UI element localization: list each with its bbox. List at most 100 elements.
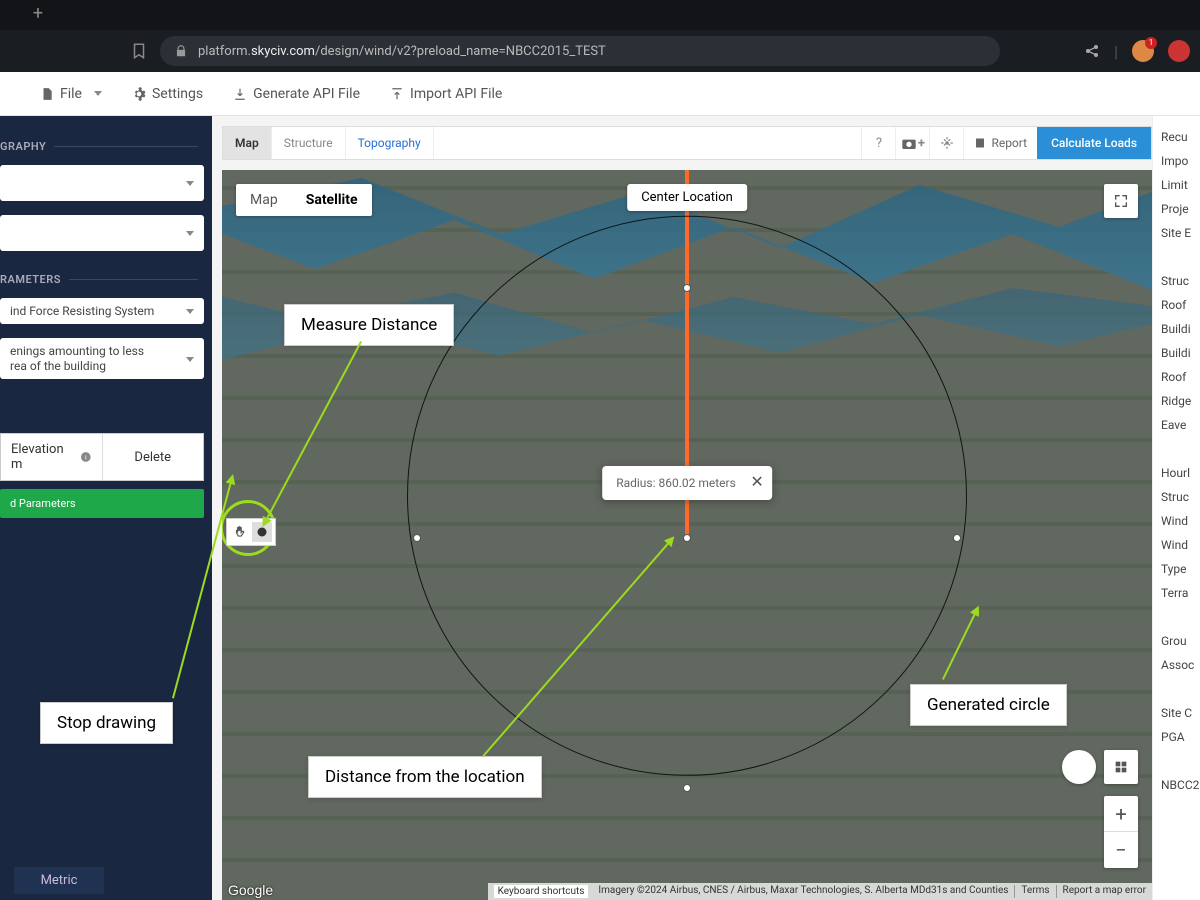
rside-footer: NBCC20 [1161,778,1200,802]
callout-measure-distance: Measure Distance [284,304,454,346]
rside-item[interactable]: Terra [1161,586,1200,610]
browser-address-bar: platform.skyciv.com/design/wind/v2?prelo… [0,30,1200,72]
terms-link[interactable]: Terms [1014,885,1049,898]
add-parameters-button[interactable]: d Parameters [0,489,204,518]
rside-item[interactable]: Buildi [1161,322,1200,346]
upload-icon [390,87,404,101]
radius-info-window: ✕ Radius: 860.02 meters [602,466,772,500]
map-toolbar: Map Structure Topography ? + Report Calc… [222,126,1152,160]
left-sidebar: GRAPHY RAMETERS ind Force Resisting Syst… [0,116,212,900]
site-info-icon[interactable] [174,44,188,58]
keyboard-shortcuts-link[interactable]: Keyboard shortcuts [494,885,589,898]
url-input[interactable]: platform.skyciv.com/design/wind/v2?prelo… [160,36,1000,66]
rside-item[interactable]: Proje [1161,202,1200,226]
circle-handle-n[interactable] [683,284,691,292]
hand-icon [233,525,247,539]
zoom-control: + − [1104,796,1138,868]
browser-tab-strip: + [0,0,1200,30]
rside-item[interactable]: Wind [1161,514,1200,538]
rside-item[interactable]: Hourl [1161,466,1200,490]
wind-system-select[interactable]: ind Force Resisting System [0,298,204,324]
section-header-geography: GRAPHY [0,126,212,159]
map-type-map[interactable]: Map [236,184,292,216]
app-toolbar: File Settings Generate API File Import A… [0,72,1200,116]
geography-select-1[interactable] [0,165,204,201]
circle-handle-s[interactable] [683,784,691,792]
camera-button[interactable]: + [895,127,929,159]
generate-api-button[interactable]: Generate API File [233,86,360,102]
rside-item[interactable]: Assoc [1161,658,1200,682]
rside-item[interactable]: Buildi [1161,346,1200,370]
center-location-label: Center Location [627,184,747,211]
center-panel: Map Structure Topography ? + Report Calc… [212,116,1152,900]
rside-item[interactable]: Impo [1161,154,1200,178]
close-icon[interactable]: ✕ [750,472,763,491]
geography-select-2[interactable] [0,215,204,251]
help-button[interactable]: ? [861,127,895,159]
tab-structure[interactable]: Structure [272,127,346,159]
elevation-cell[interactable]: Elevation m i [1,434,103,480]
rside-item[interactable]: Type [1161,562,1200,586]
radius-value: Radius: 860.02 meters [616,476,736,490]
callout-distance-from-location: Distance from the location [308,756,542,798]
map-type-satellite[interactable]: Satellite [292,184,372,216]
rside-item[interactable]: Site E [1161,226,1200,250]
import-api-button[interactable]: Import API File [390,86,502,102]
rside-item[interactable]: Ridge [1161,394,1200,418]
tab-topography[interactable]: Topography [346,127,434,159]
callout-stop-drawing: Stop drawing [40,702,173,744]
zoom-in-button[interactable]: + [1104,796,1138,832]
rside-item[interactable]: Roof [1161,298,1200,322]
streetview-button[interactable] [1062,750,1096,784]
elevation-table: Elevation m i Delete [0,433,204,481]
rside-item[interactable]: PGA [1161,730,1200,754]
camera-icon [901,137,917,149]
calculate-loads-button[interactable]: Calculate Loads [1037,127,1151,159]
report-error-link[interactable]: Report a map error [1056,885,1146,898]
extension-badge-1[interactable]: 1 [1132,40,1154,62]
share-icon[interactable] [1084,43,1100,59]
tab-map[interactable]: Map [223,127,272,159]
circle-handle-e[interactable] [953,534,961,542]
zoom-out-button[interactable]: − [1104,832,1138,868]
section-header-parameters: RAMETERS [0,259,212,292]
file-menu[interactable]: File [40,86,102,102]
rside-item[interactable]: Wind [1161,538,1200,562]
new-tab-button[interactable]: + [28,5,48,25]
unit-toggle[interactable]: Metric [14,867,104,894]
settings-button[interactable] [929,127,963,159]
gear-icon [940,136,954,150]
settings-menu[interactable]: Settings [132,86,203,102]
rside-item[interactable]: Struc [1161,274,1200,298]
delete-cell[interactable]: Delete [103,434,204,480]
rside-item[interactable]: Grou [1161,634,1200,658]
rside-item[interactable]: Eave [1161,418,1200,442]
layers-icon [1113,759,1129,775]
fullscreen-button[interactable] [1104,184,1138,218]
rside-item[interactable]: Roof [1161,370,1200,394]
map-type-control: Map Satellite [236,184,372,216]
report-icon [974,137,986,149]
info-icon[interactable]: i [80,451,92,463]
rside-item[interactable]: Struc [1161,490,1200,514]
extension-badge-2[interactable] [1168,40,1190,62]
map-attribution: Keyboard shortcuts Imagery ©2024 Airbus,… [488,883,1152,900]
file-icon [40,87,54,101]
rside-item[interactable]: Limit [1161,178,1200,202]
rside-item[interactable]: Recu [1161,130,1200,154]
satellite-map[interactable]: Center Location ✕ Radius: 860.02 meters … [222,170,1152,900]
download-icon [233,87,247,101]
openings-select[interactable]: enings amounting to less rea of the buil… [0,338,204,379]
google-logo: Google [228,882,273,898]
circle-handle-w[interactable] [413,534,421,542]
center-marker[interactable] [683,534,691,542]
pan-tool[interactable] [230,522,250,542]
bookmark-icon[interactable] [130,42,148,60]
report-button[interactable]: Report [963,127,1037,159]
layers-button[interactable] [1104,750,1138,784]
callout-generated-circle: Generated circle [910,684,1067,726]
url-text: platform.skyciv.com/design/wind/v2?prelo… [198,44,606,59]
rside-item[interactable]: Site C [1161,706,1200,730]
gear-icon [132,87,146,101]
fullscreen-icon [1113,193,1129,209]
